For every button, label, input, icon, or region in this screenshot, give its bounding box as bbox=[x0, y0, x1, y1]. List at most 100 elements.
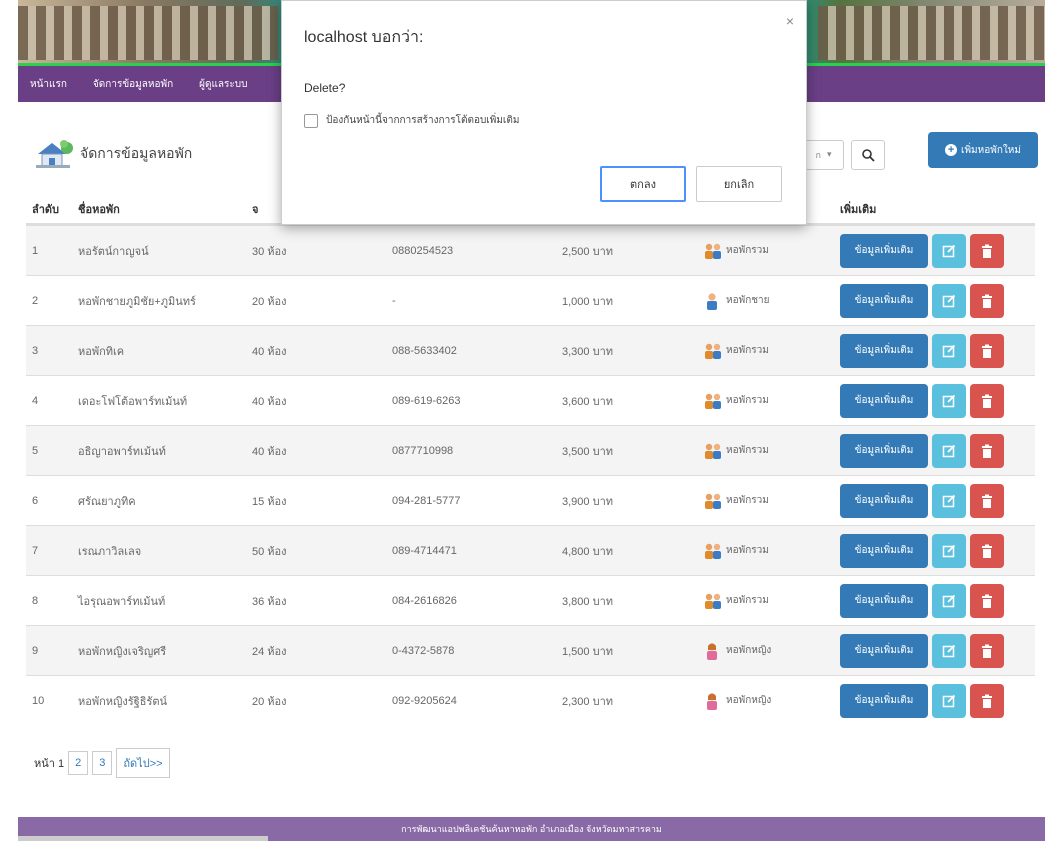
more-info-button[interactable]: ข้อมูลเพิ่มเติม bbox=[840, 533, 928, 568]
cell-dorm-name: หอพักทิเค bbox=[78, 345, 125, 358]
cell-actions: ข้อมูลเพิ่มเติม bbox=[822, 533, 1035, 568]
cell-phone: 089-4714471 bbox=[392, 544, 457, 557]
prevent-dialogs-checkbox[interactable] bbox=[304, 113, 318, 128]
nav-item-manage-dorms[interactable]: จัดการข้อมูลหอพัก bbox=[93, 77, 173, 92]
cell-actions: ข้อมูลเพิ่มเติม bbox=[822, 683, 1035, 718]
mixed-dorm-icon bbox=[702, 492, 722, 510]
edit-icon bbox=[942, 644, 956, 657]
table-row: 5 อธิญาอพาร์ทเม้นท์ 40 ห้อง 0877710998 3,500… bbox=[26, 425, 1035, 475]
cell-dorm-name: ศรัณยาภูทิค bbox=[78, 495, 136, 508]
cell-price: 1,500 บาท bbox=[562, 645, 613, 658]
delete-button[interactable] bbox=[970, 333, 1004, 368]
cell-rooms: 15 ห้อง bbox=[252, 495, 287, 508]
nav-item-home[interactable]: หน้าแรก bbox=[30, 77, 67, 92]
more-info-button[interactable]: ข้อมูลเพิ่มเติม bbox=[840, 283, 928, 318]
delete-button[interactable] bbox=[970, 533, 1004, 568]
more-info-button[interactable]: ข้อมูลเพิ่มเติม bbox=[840, 633, 928, 668]
cell-price: 4,800 บาท bbox=[562, 545, 613, 558]
edit-icon bbox=[942, 694, 956, 707]
edit-button[interactable] bbox=[932, 483, 966, 518]
search-button[interactable] bbox=[851, 140, 885, 170]
delete-button[interactable] bbox=[970, 233, 1004, 268]
delete-button[interactable] bbox=[970, 283, 1004, 318]
delete-button[interactable] bbox=[970, 683, 1004, 718]
more-info-button[interactable]: ข้อมูลเพิ่มเติม bbox=[840, 333, 928, 368]
cell-phone: 092-9205624 bbox=[392, 694, 457, 707]
close-icon[interactable]: × bbox=[786, 13, 794, 29]
prevent-dialogs-checkbox-row[interactable]: ป้องกันหน้านี้จากการสร้างการโต้ตอบเพิ่มเ… bbox=[304, 113, 519, 128]
more-info-button[interactable]: ข้อมูลเพิ่มเติม bbox=[840, 483, 928, 518]
table-row: 7 เรณภาวิลเลจ 50 ห้อง 089-4714471 4,800 บาท ห… bbox=[26, 525, 1035, 575]
edit-button[interactable] bbox=[932, 333, 966, 368]
ok-button[interactable]: ตกลง bbox=[600, 166, 686, 202]
cell-price: 2,500 บาท bbox=[562, 245, 613, 258]
table-row: 10 หอพักหญิงรัฐิธิรัตน์ 20 ห้อง 092-9205624… bbox=[26, 675, 1035, 725]
cell-dorm-name: อธิญาอพาร์ทเม้นท์ bbox=[78, 445, 166, 458]
current-page-label: หน้า 1 bbox=[34, 758, 65, 770]
trash-icon bbox=[982, 644, 992, 658]
cell-rooms: 40 ห้อง bbox=[252, 395, 287, 408]
cell-price: 3,500 บาท bbox=[562, 445, 613, 458]
dialog-message: Delete? bbox=[304, 81, 346, 95]
cell-dorm-name: หอพักชายภูมิชัย+ภูมินทร์ bbox=[78, 295, 196, 308]
delete-button[interactable] bbox=[970, 483, 1004, 518]
trash-icon bbox=[982, 494, 992, 508]
edit-button[interactable] bbox=[932, 683, 966, 718]
banner-building-image bbox=[18, 6, 278, 60]
mixed-dorm-icon bbox=[702, 542, 722, 560]
edit-button[interactable] bbox=[932, 383, 966, 418]
more-info-button[interactable]: ข้อมูลเพิ่มเติม bbox=[840, 683, 928, 718]
cell-actions: ข้อมูลเพิ่มเติม bbox=[822, 233, 1035, 268]
delete-button[interactable] bbox=[970, 583, 1004, 618]
cell-actions: ข้อมูลเพิ่มเติม bbox=[822, 383, 1035, 418]
edit-button[interactable] bbox=[932, 433, 966, 468]
delete-button[interactable] bbox=[970, 383, 1004, 418]
cell-dorm-type: หอพักรวม bbox=[672, 392, 822, 410]
table-row: 3 หอพักทิเค 40 ห้อง 088-5633402 3,300 บาท หอพ… bbox=[26, 325, 1035, 375]
edit-button[interactable] bbox=[932, 233, 966, 268]
cell-dorm-type: หอพักรวม bbox=[672, 442, 822, 460]
cell-rooms: 20 ห้อง bbox=[252, 295, 287, 308]
next-page-link[interactable]: ถัดไป>> bbox=[116, 748, 170, 778]
dorm-type-label: หอพักรวม bbox=[726, 395, 769, 406]
footer-text: การพัฒนาแอปพลิเคชันค้นหาหอพัก อำเภอเมือง… bbox=[401, 824, 662, 834]
delete-button[interactable] bbox=[970, 433, 1004, 468]
dorm-type-label: หอพักหญิง bbox=[726, 695, 772, 706]
edit-button[interactable] bbox=[932, 533, 966, 568]
page-link-3[interactable]: 3 bbox=[92, 751, 113, 775]
dorm-type-label: หอพักรวม bbox=[726, 545, 769, 556]
cell-dorm-type: หอพักหญิง bbox=[672, 642, 822, 660]
edit-icon bbox=[942, 544, 956, 557]
more-info-button[interactable]: ข้อมูลเพิ่มเติม bbox=[840, 383, 928, 418]
dialog-title: localhost บอกว่า: bbox=[304, 29, 424, 46]
search-select[interactable]: ก ▾ bbox=[804, 140, 844, 170]
trash-icon bbox=[982, 294, 992, 308]
table-row: 1 หอรัตน์กาญจน์ 30 ห้อง 0880254523 2,500 บาท… bbox=[26, 225, 1035, 275]
more-info-button[interactable]: ข้อมูลเพิ่มเติม bbox=[840, 583, 928, 618]
page-link-2[interactable]: 2 bbox=[68, 751, 89, 775]
add-dorm-button[interactable]: + เพิ่มหอพักใหม่ bbox=[928, 132, 1038, 168]
more-info-button[interactable]: ข้อมูลเพิ่มเติม bbox=[840, 233, 928, 268]
cancel-button[interactable]: ยกเลิก bbox=[696, 166, 782, 202]
pagination: หน้า 1 2 3 ถัดไป>> bbox=[34, 748, 170, 778]
cell-dorm-type: หอพักรวม bbox=[672, 592, 822, 610]
edit-button[interactable] bbox=[932, 583, 966, 618]
edit-icon bbox=[942, 394, 956, 407]
dorm-type-label: หอพักรวม bbox=[726, 595, 769, 606]
edit-button[interactable] bbox=[932, 283, 966, 318]
cell-no: 7 bbox=[32, 544, 39, 557]
page-title: จัดการข้อมูลหอพัก bbox=[80, 145, 193, 161]
mixed-dorm-icon bbox=[702, 342, 722, 360]
cell-dorm-name: ไอรุณอพาร์ทเม้นท์ bbox=[78, 595, 166, 608]
cell-no: 1 bbox=[32, 244, 39, 257]
edit-button[interactable] bbox=[932, 633, 966, 668]
more-info-button[interactable]: ข้อมูลเพิ่มเติม bbox=[840, 433, 928, 468]
female-dorm-icon bbox=[702, 642, 722, 660]
cell-dorm-name: หอรัตน์กาญจน์ bbox=[78, 245, 149, 258]
cell-dorm-type: หอพักรวม bbox=[672, 342, 822, 360]
nav-item-admin[interactable]: ผู้ดูแลระบบ bbox=[199, 77, 247, 92]
delete-button[interactable] bbox=[970, 633, 1004, 668]
trash-icon bbox=[982, 594, 992, 608]
cell-price: 3,600 บาท bbox=[562, 395, 613, 408]
horizontal-scrollbar[interactable] bbox=[18, 836, 268, 841]
